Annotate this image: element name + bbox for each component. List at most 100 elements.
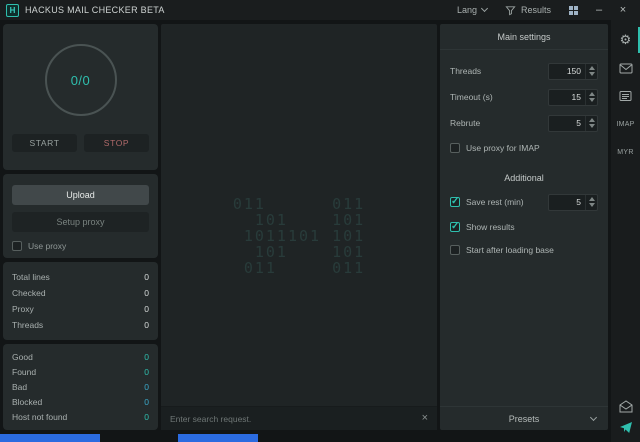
settings-panel: Main settings Threads 150 Timeout (s) 15 [440,24,608,430]
result-label: Good [12,352,33,362]
timeout-label: Timeout (s) [450,92,493,102]
stats-card: Total lines 0 Checked 0 Proxy 0 Threads … [3,262,158,340]
save-rest-input[interactable]: 5 [548,194,598,211]
additional-header: Additional [450,167,598,189]
save-rest-checkbox[interactable] [450,197,460,207]
threads-label: Threads [450,66,481,76]
start-button[interactable]: START [12,134,77,152]
presets-button[interactable]: Presets [440,406,608,430]
rebrute-spinner [585,116,597,131]
app-logo-letter: H [10,6,16,15]
setup-proxy-button[interactable]: Setup proxy [12,212,149,232]
settings-fields: Threads 150 Timeout (s) 15 Rebrute [440,50,608,261]
result-row-host-not-found: Host not found 0 [12,412,149,422]
results-label: Results [521,5,551,15]
spinner-up-icon[interactable] [589,197,595,201]
chevron-down-icon [481,5,488,12]
mail-list-icon [619,90,632,102]
taskbar-fragment [0,434,100,442]
lang-label: Lang [457,5,477,15]
results-funnel-icon [505,5,516,16]
stat-value: 0 [144,272,149,282]
timeout-spinner [585,90,597,105]
myr-tab-label: MYR [617,149,633,156]
spinner-down-icon[interactable] [589,98,595,102]
spinner-down-icon[interactable] [589,72,595,76]
results-card: Good 0 Found 0 Bad 0 Blocked 0 Host not … [3,344,158,430]
rail-bottom-icons [611,394,640,434]
spinner-up-icon[interactable] [589,92,595,96]
tab-imap[interactable]: IMAP [611,110,640,138]
tab-mail-list[interactable] [611,82,640,110]
result-value: 0 [144,397,149,407]
start-after-checkbox[interactable] [450,245,460,255]
app-title: HACKUS MAIL CHECKER BETA [25,5,165,15]
result-label: Blocked [12,397,42,407]
stat-value: 0 [144,288,149,298]
spinner-down-icon[interactable] [589,203,595,207]
presets-label: Presets [509,414,540,424]
tab-myr[interactable]: MYR [611,138,640,166]
timeout-input[interactable]: 15 [548,89,598,106]
windows-logo-icon[interactable] [569,6,578,15]
envelope-icon [619,63,633,74]
results-button[interactable]: Results [499,0,557,20]
open-envelope-icon [619,400,633,413]
app-logo: H [6,4,19,17]
threads-row: Threads 150 [450,58,598,84]
result-value: 0 [144,352,149,362]
stop-button[interactable]: STOP [84,134,149,152]
gauge-buttons: START STOP [12,134,149,152]
result-label: Bad [12,382,27,392]
show-results-checkbox[interactable] [450,222,460,232]
use-proxy-row: Use proxy [12,241,149,251]
result-value: 0 [144,382,149,392]
spinner-up-icon[interactable] [589,66,595,70]
use-proxy-checkbox[interactable] [12,241,22,251]
start-after-label: Start after loading base [466,245,554,255]
result-row-blocked: Blocked 0 [12,397,149,407]
telegram-button[interactable] [611,421,640,434]
taskbar-fragment [178,434,258,442]
threads-input[interactable]: 150 [548,63,598,80]
timeout-row: Timeout (s) 15 [450,84,598,110]
result-label: Found [12,367,36,377]
gauge-card: 0/0 START STOP [3,24,158,170]
use-proxy-imap-label: Use proxy for IMAP [466,143,540,153]
upload-button[interactable]: Upload [12,185,149,205]
titlebar: H HACKUS MAIL CHECKER BETA Lang Results … [0,0,640,20]
binary-watermark: 011 011 101 101 1011101 101 101 101 011 … [161,196,437,276]
timeout-value: 15 [549,92,585,102]
save-rest-left: Save rest (min) [450,197,524,207]
close-button[interactable]: × [614,0,632,20]
lang-menu[interactable]: Lang [451,0,493,20]
watermark-line: 101 101 [233,212,365,228]
result-row-found: Found 0 [12,367,149,377]
use-proxy-imap-checkbox[interactable] [450,143,460,153]
chevron-down-icon [590,414,597,421]
result-row-good: Good 0 [12,352,149,362]
use-proxy-label: Use proxy [28,241,66,251]
spinner-up-icon[interactable] [589,118,595,122]
save-rest-label: Save rest (min) [466,197,524,207]
threads-spinner [585,64,597,79]
minimize-button[interactable]: – [590,0,608,20]
stat-value: 0 [144,320,149,330]
spinner-down-icon[interactable] [589,124,595,128]
tab-mail[interactable] [611,54,640,82]
rebrute-input[interactable]: 5 [548,115,598,132]
show-results-label: Show results [466,222,515,232]
search-input[interactable] [170,414,416,424]
watermark-line: 101 101 [233,244,365,260]
icon-rail: ⚙ IMAP MYR [611,20,640,442]
watermark-line: 1011101 101 [233,228,365,244]
use-proxy-imap-row: Use proxy for IMAP [450,136,598,159]
tab-settings[interactable]: ⚙ [611,26,640,54]
result-value: 0 [144,412,149,422]
clear-search-icon[interactable]: × [416,413,428,424]
open-mail-button[interactable] [611,400,640,413]
save-rest-value: 5 [549,197,585,207]
progress-count: 0/0 [71,73,91,88]
search-bar: × [161,406,437,430]
main-settings-header: Main settings [440,24,608,50]
